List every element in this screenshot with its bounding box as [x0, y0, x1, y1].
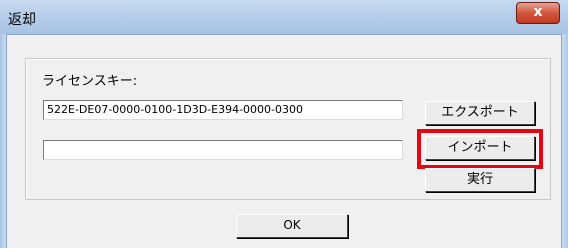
license-key-label: ライセンスキー:	[42, 74, 138, 89]
close-button[interactable]: x	[516, 2, 560, 24]
title-bar[interactable]: 返却 x	[0, 0, 568, 35]
close-icon: x	[533, 4, 543, 20]
import-key-field[interactable]	[43, 140, 403, 160]
ok-button[interactable]: OK	[236, 214, 348, 238]
window-title: 返却	[8, 12, 36, 28]
execute-button[interactable]: 実行	[425, 168, 535, 192]
import-highlight-box	[417, 129, 543, 169]
return-dialog: 返却 x ライセンスキー: 522E-DE07-0000-0100-1D3D-E…	[0, 0, 568, 248]
window-frame-left	[0, 34, 7, 248]
license-key-field[interactable]: 522E-DE07-0000-0100-1D3D-E394-0000-0300	[43, 100, 403, 120]
export-button[interactable]: エクスポート	[425, 101, 535, 125]
window-frame-right	[561, 34, 568, 248]
